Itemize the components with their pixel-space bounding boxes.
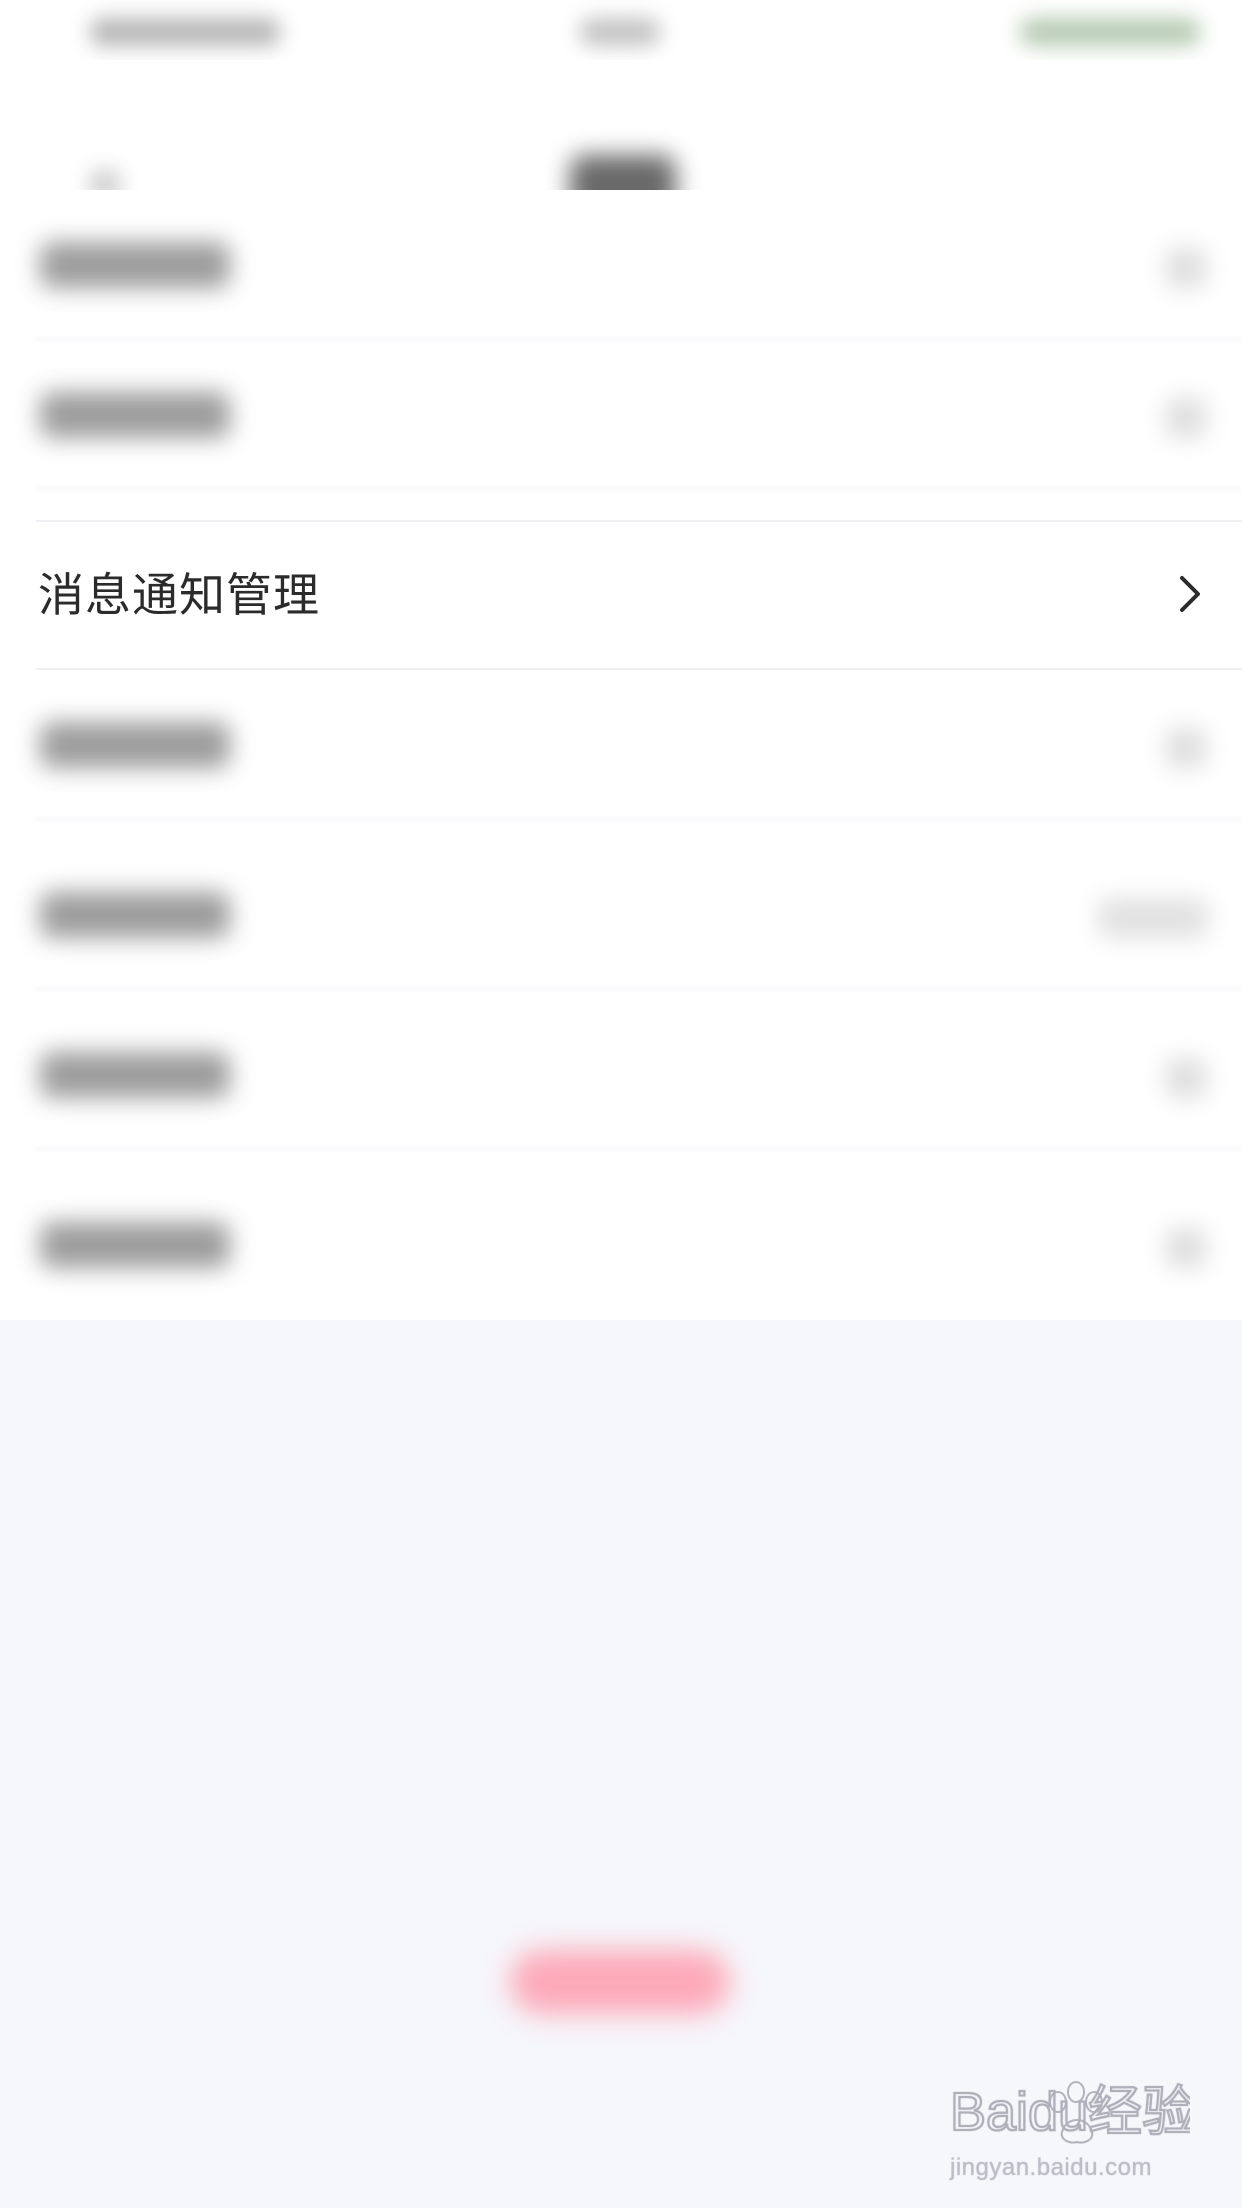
watermark-brand: Baidu经验 — [950, 2082, 1190, 2142]
settings-row-blurred-4[interactable] — [0, 670, 1242, 820]
settings-list: 消息通知管理 — [0, 190, 1242, 1320]
chevron-right-icon — [1166, 1228, 1206, 1268]
settings-row-label-blur — [40, 392, 230, 438]
status-battery-blur — [1020, 18, 1200, 46]
settings-row-label-blur — [40, 1222, 230, 1268]
watermark: Baidu经验 jingyan.baidu.com — [950, 2070, 1210, 2190]
chevron-right-icon — [1166, 398, 1206, 438]
settings-row-label-blur — [40, 722, 230, 768]
settings-row-label-blur — [40, 242, 230, 288]
settings-row-blurred-5[interactable] — [0, 840, 1242, 990]
row-divider — [36, 1148, 1242, 1150]
row-divider — [36, 988, 1242, 990]
chevron-right-icon — [1098, 898, 1208, 938]
chevron-right-icon — [1166, 1058, 1206, 1098]
nav-bar — [0, 60, 1242, 215]
baidu-paw-icon: Baidu经验 — [950, 2081, 1190, 2144]
settings-item-message-notification[interactable]: 消息通知管理 — [0, 520, 1242, 670]
chevron-right-icon — [1166, 728, 1206, 768]
settings-row-blurred-1[interactable] — [0, 190, 1242, 340]
status-time-blur — [580, 18, 660, 46]
row-divider — [36, 488, 1242, 490]
settings-screen: 消息通知管理 Baidu经验 jingyan.baidu.com — [0, 0, 1242, 2208]
row-divider-top — [36, 520, 1242, 522]
watermark-url: jingyan.baidu.com — [950, 2154, 1152, 2181]
logout-button-blur[interactable] — [510, 1950, 730, 2014]
chevron-right-icon — [1166, 248, 1206, 288]
settings-row-label-blur — [40, 1052, 230, 1098]
row-divider — [36, 818, 1242, 820]
settings-row-blurred-6[interactable] — [0, 1000, 1242, 1150]
status-carrier-blur — [90, 18, 280, 46]
settings-item-label: 消息通知管理 — [38, 568, 320, 622]
settings-row-blurred-2[interactable] — [0, 340, 1242, 490]
settings-row-blurred-7[interactable] — [0, 1170, 1242, 1320]
settings-row-label-blur — [40, 892, 230, 938]
status-bar — [0, 0, 1242, 60]
chevron-right-icon — [1180, 576, 1200, 612]
